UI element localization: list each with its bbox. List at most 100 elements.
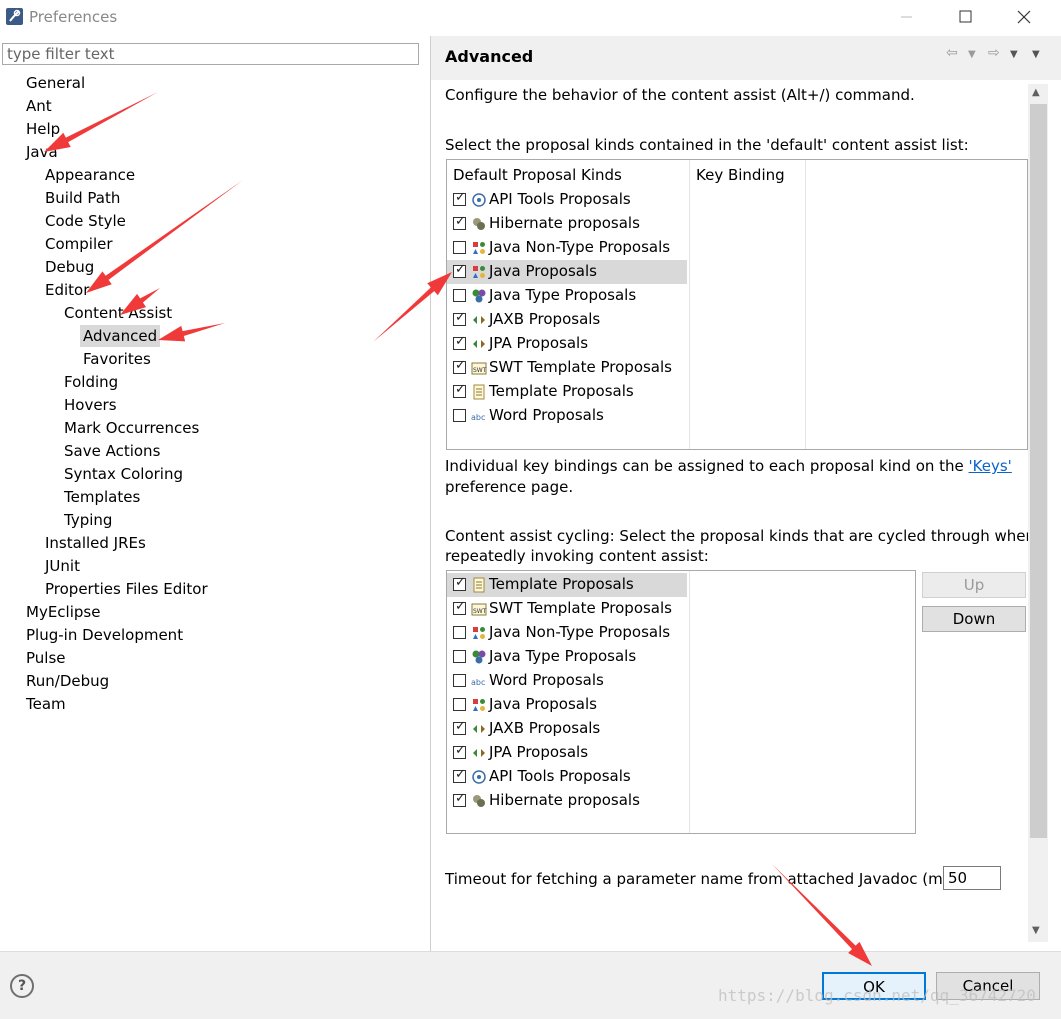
tree-item-mark-occurrences[interactable]: Mark Occurrences <box>64 417 199 439</box>
svg-text:SWT: SWT <box>473 367 487 374</box>
checkbox-unchecked[interactable] <box>453 241 466 254</box>
close-icon[interactable] <box>1010 4 1038 30</box>
checkbox-checked[interactable]: ✓ <box>453 358 466 374</box>
tree-item-syntax-coloring[interactable]: Syntax Coloring <box>64 463 183 485</box>
tree-item-templates[interactable]: Templates <box>64 486 140 508</box>
up-button[interactable]: Up <box>922 572 1026 598</box>
proposal-row[interactable]: ✓ JAXB Proposals <box>447 308 687 332</box>
checkbox-checked[interactable]: ✓ <box>453 334 466 350</box>
proposal-row[interactable]: ✓ API Tools Proposals <box>447 188 687 212</box>
tree-item-pulse[interactable]: Pulse <box>26 647 66 669</box>
checkbox-unchecked[interactable] <box>453 409 466 422</box>
checkbox-checked[interactable]: ✓ <box>453 791 466 807</box>
tree-item-code-style[interactable]: Code Style <box>45 210 126 232</box>
checkbox-checked[interactable]: ✓ <box>453 599 466 615</box>
tree-item-folding[interactable]: Folding <box>64 371 118 393</box>
tree-item-content-assist[interactable]: Content Assist <box>64 302 172 324</box>
tree-item-team[interactable]: Team <box>26 693 66 715</box>
proposal-row[interactable]: ✓ SWT SWT Template Proposals <box>447 597 687 621</box>
panel-divider[interactable] <box>430 36 431 951</box>
help-icon[interactable]: ? <box>10 974 34 998</box>
cycling-proposal-table[interactable]: ✓ Template Proposals ✓ SWT SWT Template Prop… <box>446 570 916 834</box>
java-proposals-icon <box>471 264 487 280</box>
java-type-icon <box>471 649 487 665</box>
scroll-up-icon[interactable]: ▲ <box>1032 87 1040 98</box>
keys-link[interactable]: 'Keys' <box>969 457 1012 475</box>
proposal-row[interactable]: Java Non-Type Proposals <box>447 621 687 645</box>
filter-input[interactable] <box>2 43 419 65</box>
maximize-icon[interactable] <box>951 4 979 30</box>
tree-item-advanced[interactable]: Advanced <box>80 325 161 347</box>
forward-arrow-icon[interactable]: ⇨ <box>988 45 1000 61</box>
proposal-row[interactable]: ✓ Hibernate proposals <box>447 789 687 813</box>
proposal-row[interactable]: Java Type Proposals <box>447 284 687 308</box>
proposal-row[interactable]: ✓ API Tools Proposals <box>447 765 687 789</box>
checkbox-checked[interactable]: ✓ <box>453 190 466 206</box>
tree-item-help[interactable]: Help <box>26 118 60 140</box>
proposal-row[interactable]: Java Type Proposals <box>447 645 687 669</box>
scroll-down-icon[interactable]: ▼ <box>1032 925 1040 936</box>
proposal-label: Java Type Proposals <box>489 286 637 304</box>
back-menu-icon[interactable]: ▼ <box>968 49 976 60</box>
checkbox-checked[interactable]: ✓ <box>453 719 466 735</box>
tree-item-plug-in-development[interactable]: Plug-in Development <box>26 624 183 646</box>
checkbox-checked[interactable]: ✓ <box>453 575 466 591</box>
proposal-row[interactable]: Java Non-Type Proposals <box>447 236 687 260</box>
checkbox-unchecked[interactable] <box>453 626 466 639</box>
default-proposal-table[interactable]: Default Proposal Kinds Key Binding ✓ API … <box>446 159 1028 450</box>
jaxb-icon <box>471 721 487 737</box>
checkbox-unchecked[interactable] <box>453 289 466 302</box>
annotation-arrow <box>158 323 225 342</box>
tree-item-general[interactable]: General <box>26 72 85 94</box>
tree-item-appearance[interactable]: Appearance <box>45 164 135 186</box>
tree-item-favorites[interactable]: Favorites <box>83 348 151 370</box>
tree-item-compiler[interactable]: Compiler <box>45 233 113 255</box>
header-key-binding[interactable]: Key Binding <box>696 166 785 184</box>
tree-item-build-path[interactable]: Build Path <box>45 187 120 209</box>
tree-item-myeclipse[interactable]: MyEclipse <box>26 601 100 623</box>
annotation-arrow <box>44 92 158 152</box>
header-default-proposal-kinds[interactable]: Default Proposal Kinds <box>453 166 622 184</box>
proposal-row[interactable]: abc Word Proposals <box>447 404 687 428</box>
proposal-row[interactable]: abc Word Proposals <box>447 669 687 693</box>
checkbox-unchecked[interactable] <box>453 674 466 687</box>
tree-item-ant[interactable]: Ant <box>26 95 52 117</box>
proposal-label: JAXB Proposals <box>489 310 601 328</box>
timeout-input[interactable] <box>943 866 1001 890</box>
checkbox-checked[interactable]: ✓ <box>453 767 466 783</box>
proposal-row[interactable]: ✓ SWT SWT Template Proposals <box>447 356 687 380</box>
proposal-row[interactable]: ✓ JPA Proposals <box>447 332 687 356</box>
proposal-row[interactable]: ✓ Java Proposals <box>447 260 687 284</box>
swt-template-icon: SWT <box>471 601 487 617</box>
checkbox-checked[interactable]: ✓ <box>453 743 466 759</box>
proposal-row[interactable]: ✓ Template Proposals <box>447 573 687 597</box>
tree-item-editor[interactable]: Editor <box>45 279 89 301</box>
proposal-row[interactable]: ✓ Hibernate proposals <box>447 212 687 236</box>
checkbox-unchecked[interactable] <box>453 698 466 711</box>
checkbox-checked[interactable]: ✓ <box>453 214 466 230</box>
tree-item-installed-jres[interactable]: Installed JREs <box>45 532 146 554</box>
scrollbar-thumb[interactable] <box>1030 104 1047 838</box>
tree-item-junit[interactable]: JUnit <box>45 555 80 577</box>
tree-item-typing[interactable]: Typing <box>64 509 112 531</box>
tree-item-properties-files-editor[interactable]: Properties Files Editor <box>45 578 208 600</box>
proposal-label: Java Proposals <box>489 262 597 280</box>
checkbox-checked[interactable]: ✓ <box>453 310 466 326</box>
tree-item-run-debug[interactable]: Run/Debug <box>26 670 109 692</box>
tree-item-save-actions[interactable]: Save Actions <box>64 440 160 462</box>
proposal-row[interactable]: ✓ JPA Proposals <box>447 741 687 765</box>
checkbox-unchecked[interactable] <box>453 650 466 663</box>
back-arrow-icon[interactable]: ⇦ <box>946 45 958 61</box>
proposal-row[interactable]: ✓ Template Proposals <box>447 380 687 404</box>
minimize-icon[interactable] <box>892 4 920 30</box>
proposal-row[interactable]: ✓ JAXB Proposals <box>447 717 687 741</box>
checkbox-checked[interactable]: ✓ <box>453 382 466 398</box>
tree-item-java[interactable]: Java <box>26 141 58 163</box>
tree-item-hovers[interactable]: Hovers <box>64 394 117 416</box>
view-menu-icon[interactable]: ▼ <box>1032 49 1040 60</box>
down-button[interactable]: Down <box>922 606 1026 632</box>
tree-item-debug[interactable]: Debug <box>45 256 94 278</box>
proposal-row[interactable]: Java Proposals <box>447 693 687 717</box>
checkbox-checked[interactable]: ✓ <box>453 262 466 278</box>
forward-menu-icon[interactable]: ▼ <box>1010 49 1018 60</box>
